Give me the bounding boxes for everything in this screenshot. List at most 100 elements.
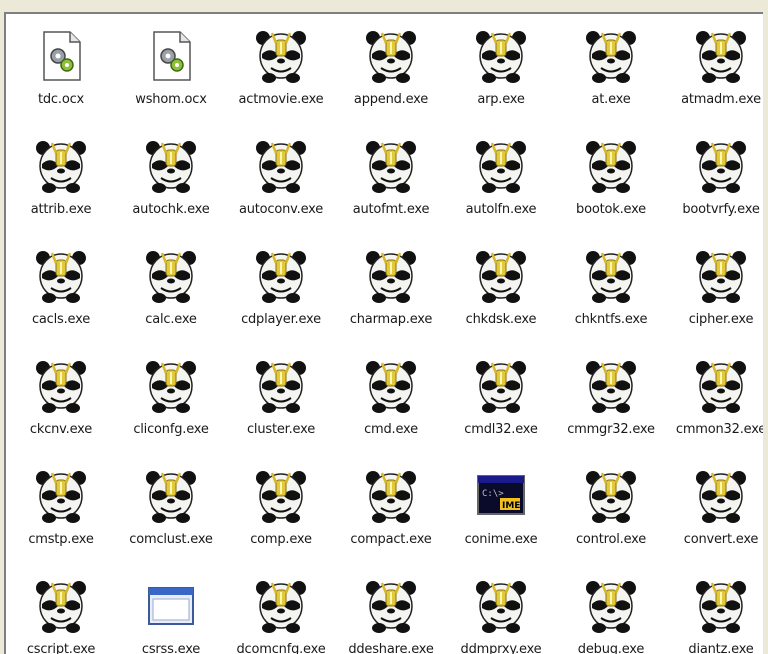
file-name-label: wshom.ocx — [135, 92, 207, 107]
panda-icon — [696, 471, 746, 523]
file-item[interactable]: wshom.ocx — [116, 24, 226, 134]
file-item[interactable]: atmadm.exe — [666, 24, 763, 134]
panda-icon — [36, 471, 86, 523]
file-item[interactable]: tdc.ocx — [6, 24, 116, 134]
file-item[interactable]: autofmt.exe — [336, 134, 446, 244]
file-item[interactable]: arp.exe — [446, 24, 556, 134]
file-name-label: cmstp.exe — [28, 532, 94, 547]
panda-icon — [146, 251, 196, 303]
file-item[interactable]: cmdl32.exe — [446, 354, 556, 464]
panda-icon — [476, 251, 526, 303]
file-name-label: cmmon32.exe — [675, 422, 763, 437]
panda-icon — [256, 471, 306, 523]
file-name-label: conime.exe — [464, 532, 538, 547]
file-name-label: comp.exe — [250, 532, 312, 547]
file-item[interactable]: C:\> IME conime.exe — [446, 464, 556, 574]
file-name-label: at.exe — [591, 92, 631, 107]
file-name-label: convert.exe — [683, 532, 759, 547]
file-name-label: cipher.exe — [688, 312, 754, 327]
file-item[interactable]: bootvrfy.exe — [666, 134, 763, 244]
file-name-label: csrss.exe — [141, 642, 201, 654]
file-item[interactable]: cluster.exe — [226, 354, 336, 464]
file-name-label: bootvrfy.exe — [682, 202, 760, 217]
panda-icon — [696, 251, 746, 303]
file-item[interactable]: calc.exe — [116, 244, 226, 354]
panda-icon — [696, 31, 746, 83]
panda-icon — [586, 141, 636, 193]
file-item[interactable]: csrss.exe — [116, 574, 226, 654]
panda-icon — [146, 361, 196, 413]
panda-icon — [36, 251, 86, 303]
file-item[interactable]: cmd.exe — [336, 354, 446, 464]
file-name-label: cscript.exe — [26, 642, 96, 654]
file-item[interactable]: autochk.exe — [116, 134, 226, 244]
panda-icon — [586, 31, 636, 83]
file-item[interactable]: attrib.exe — [6, 134, 116, 244]
panda-icon — [366, 361, 416, 413]
file-name-label: atmadm.exe — [681, 92, 761, 107]
file-item[interactable]: autolfn.exe — [446, 134, 556, 244]
file-item[interactable]: ckcnv.exe — [6, 354, 116, 464]
panda-icon — [256, 361, 306, 413]
file-item[interactable]: cscript.exe — [6, 574, 116, 654]
file-name-label: control.exe — [575, 532, 647, 547]
file-name-label: autoconv.exe — [238, 202, 324, 217]
file-item[interactable]: dcomcnfg.exe — [226, 574, 336, 654]
file-name-label: cluster.exe — [246, 422, 315, 437]
file-item[interactable]: cmmgr32.exe — [556, 354, 666, 464]
file-name-label: actmovie.exe — [238, 92, 324, 107]
panda-icon — [696, 361, 746, 413]
file-item[interactable]: actmovie.exe — [226, 24, 336, 134]
file-item[interactable]: autoconv.exe — [226, 134, 336, 244]
file-item[interactable]: at.exe — [556, 24, 666, 134]
file-name-label: cdplayer.exe — [241, 312, 321, 327]
activex-control-icon — [43, 31, 81, 81]
file-name-label: ckcnv.exe — [29, 422, 93, 437]
panda-icon — [256, 251, 306, 303]
file-item[interactable]: cliconfg.exe — [116, 354, 226, 464]
file-name-label: autolfn.exe — [465, 202, 537, 217]
panda-icon — [256, 581, 306, 633]
panda-icon — [366, 141, 416, 193]
ime-console-icon: C:\> IME — [477, 475, 525, 515]
panda-icon — [256, 141, 306, 193]
file-item[interactable]: convert.exe — [666, 464, 763, 574]
file-item[interactable]: charmap.exe — [336, 244, 446, 354]
panda-icon — [366, 471, 416, 523]
file-name-label: charmap.exe — [349, 312, 433, 327]
file-item[interactable]: cdplayer.exe — [226, 244, 336, 354]
file-name-label: autochk.exe — [132, 202, 210, 217]
file-name-label: debug.exe — [577, 642, 645, 654]
file-item[interactable]: bootok.exe — [556, 134, 666, 244]
file-item[interactable]: cmmon32.exe — [666, 354, 763, 464]
file-item[interactable]: control.exe — [556, 464, 666, 574]
file-item[interactable]: ddeshare.exe — [336, 574, 446, 654]
file-item[interactable]: ddmprxy.exe — [446, 574, 556, 654]
file-item[interactable]: comp.exe — [226, 464, 336, 574]
file-name-label: compact.exe — [350, 532, 432, 547]
file-name-label: arp.exe — [477, 92, 525, 107]
panda-icon — [366, 581, 416, 633]
file-name-label: cmdl32.exe — [464, 422, 538, 437]
file-item[interactable]: chkntfs.exe — [556, 244, 666, 354]
file-item[interactable]: chkdsk.exe — [446, 244, 556, 354]
file-list-view[interactable]: tdc.ocx wshom.ocx actmovie.exe append.ex… — [4, 12, 763, 654]
file-name-label: comclust.exe — [129, 532, 213, 547]
panda-icon — [476, 581, 526, 633]
file-item[interactable]: cmstp.exe — [6, 464, 116, 574]
file-name-label: cliconfg.exe — [133, 422, 209, 437]
file-item[interactable]: cipher.exe — [666, 244, 763, 354]
file-item[interactable]: append.exe — [336, 24, 446, 134]
file-item[interactable]: comclust.exe — [116, 464, 226, 574]
file-name-label: cacls.exe — [31, 312, 91, 327]
file-item[interactable]: diantz.exe — [666, 574, 763, 654]
panda-icon — [366, 31, 416, 83]
file-item[interactable]: compact.exe — [336, 464, 446, 574]
file-name-label: ddeshare.exe — [348, 642, 434, 654]
panda-icon — [366, 251, 416, 303]
file-name-label: dcomcnfg.exe — [236, 642, 326, 654]
file-item[interactable]: cacls.exe — [6, 244, 116, 354]
panda-icon — [696, 141, 746, 193]
panda-icon — [146, 471, 196, 523]
file-item[interactable]: debug.exe — [556, 574, 666, 654]
